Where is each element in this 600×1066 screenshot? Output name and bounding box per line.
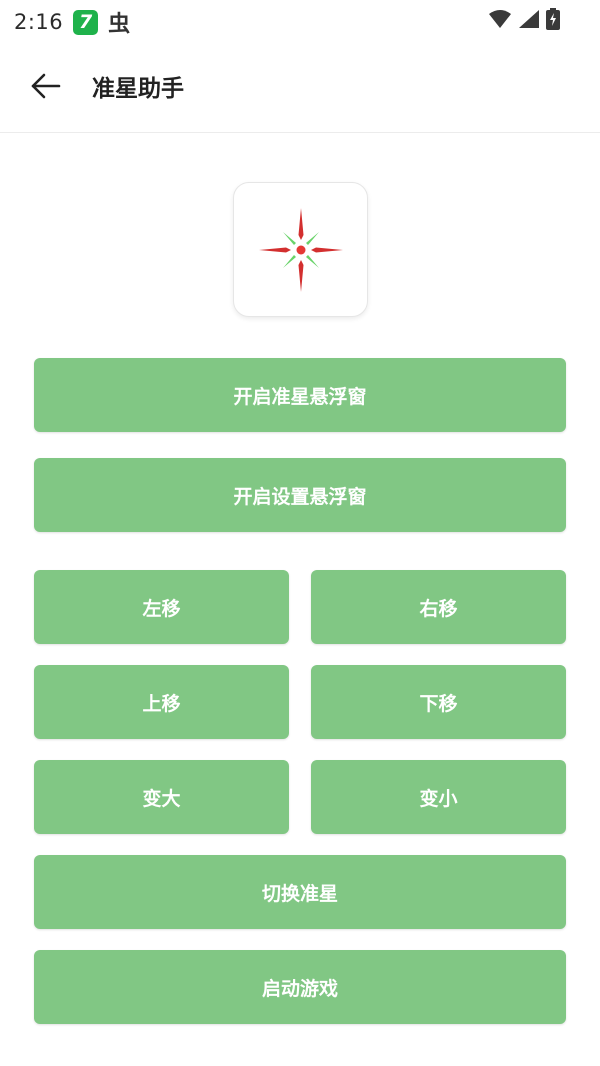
switch-crosshair-button[interactable]: 切换准星 — [34, 855, 566, 929]
battery-charging-icon — [546, 8, 560, 30]
status-right — [488, 8, 560, 30]
shrink-button[interactable]: 变小 — [311, 760, 566, 834]
crosshair-preview — [233, 182, 368, 317]
move-down-button[interactable]: 下移 — [311, 665, 566, 739]
open-settings-overlay-button[interactable]: 开启设置悬浮窗 — [34, 458, 566, 532]
wifi-icon — [489, 10, 511, 28]
move-up-button[interactable]: 上移 — [34, 665, 289, 739]
enlarge-button[interactable]: 变大 — [34, 760, 289, 834]
back-button[interactable] — [26, 66, 66, 106]
signal-icon — [519, 10, 539, 28]
move-left-button[interactable]: 左移 — [34, 570, 289, 644]
crosshair-icon — [258, 207, 343, 292]
launch-game-button[interactable]: 启动游戏 — [34, 950, 566, 1024]
status-left: 2:16 7 虫 — [14, 6, 130, 38]
status-time: 2:16 — [14, 10, 64, 34]
app-bar: 准星助手 — [0, 40, 600, 133]
bug-icon: 虫 — [108, 12, 131, 37]
page-title: 准星助手 — [92, 76, 184, 102]
status-bar: 2:16 7 虫 — [0, 0, 600, 40]
open-crosshair-overlay-button[interactable]: 开启准星悬浮窗 — [34, 358, 566, 432]
app-badge-icon: 7 — [73, 9, 99, 35]
arrow-left-icon — [31, 73, 61, 99]
move-right-button[interactable]: 右移 — [311, 570, 566, 644]
